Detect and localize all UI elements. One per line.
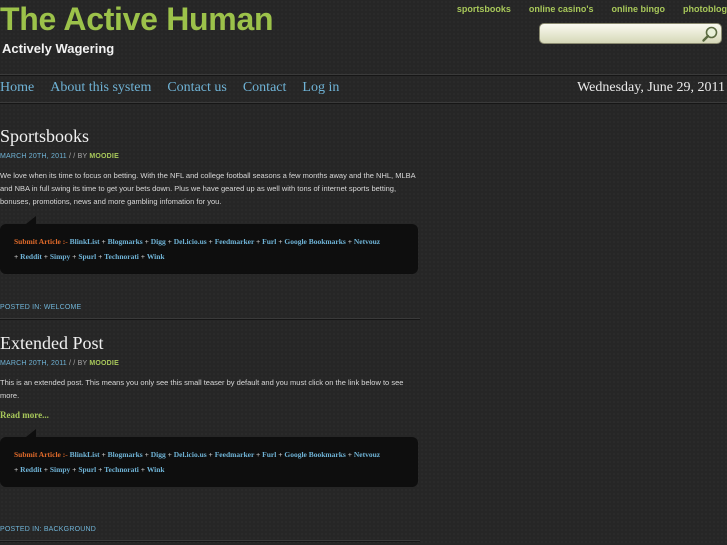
- share-blinklist[interactable]: BlinkList: [70, 450, 100, 459]
- share-blogmarks[interactable]: Blogmarks: [108, 450, 143, 459]
- share-spurl[interactable]: Spurl: [78, 252, 96, 261]
- share-wink[interactable]: Wink: [147, 465, 165, 474]
- share-simpy[interactable]: Simpy: [50, 252, 70, 261]
- top-link-online-casinos[interactable]: online casino's: [529, 4, 594, 14]
- post-meta: MARCH 20TH, 2011 / / BY MOODIE: [0, 153, 418, 160]
- share-blogmarks[interactable]: Blogmarks: [108, 237, 143, 246]
- top-link-photoblog[interactable]: photoblog: [683, 4, 727, 14]
- post-divider: [0, 318, 420, 320]
- nav-about[interactable]: About this system: [50, 80, 151, 96]
- share-technorati[interactable]: Technorati: [104, 252, 139, 261]
- post-by: / / BY: [66, 360, 90, 367]
- post-extended: Extended Post MARCH 20TH, 2011 / / BY MO…: [0, 333, 418, 487]
- top-link-sportsbooks[interactable]: sportsbooks: [457, 4, 511, 14]
- share-furl[interactable]: Furl: [262, 450, 276, 459]
- nav-contact[interactable]: Contact: [243, 80, 287, 96]
- search-input[interactable]: [544, 26, 698, 43]
- share-furl[interactable]: Furl: [262, 237, 276, 246]
- share-reddit[interactable]: Reddit: [20, 252, 42, 261]
- share-reddit[interactable]: Reddit: [20, 465, 42, 474]
- share-feedmarker[interactable]: Feedmarker: [215, 450, 254, 459]
- share-wink[interactable]: Wink: [147, 252, 165, 261]
- post-date: MARCH 20TH, 2011: [0, 153, 67, 160]
- post-body: This is an extended post. This means you…: [0, 378, 404, 400]
- share-simpy[interactable]: Simpy: [50, 465, 70, 474]
- nav-divider: [0, 102, 727, 104]
- share-digg[interactable]: Digg: [151, 237, 166, 246]
- submit-article-box: Submit Article :- BlinkList + Blogmarks …: [0, 216, 418, 274]
- post-meta: MARCH 20TH, 2011 / / BY MOODIE: [0, 360, 418, 367]
- top-link-online-bingo[interactable]: online bingo: [612, 4, 666, 14]
- post-category[interactable]: POSTED IN: WELCOME: [0, 304, 81, 311]
- share-delicious[interactable]: Del.icio.us: [174, 237, 207, 246]
- share-spurl[interactable]: Spurl: [78, 465, 96, 474]
- nav-contact-us[interactable]: Contact us: [167, 80, 227, 96]
- share-digg[interactable]: Digg: [151, 450, 166, 459]
- post-author[interactable]: MOODIE: [89, 360, 119, 367]
- site-title[interactable]: The Active Human: [0, 0, 273, 38]
- post-title[interactable]: Extended Post: [0, 333, 418, 354]
- post-category[interactable]: POSTED IN: BACKGROUND: [0, 526, 96, 533]
- share-blinklist[interactable]: BlinkList: [70, 237, 100, 246]
- share-delicious[interactable]: Del.icio.us: [174, 450, 207, 459]
- search-icon[interactable]: [701, 25, 719, 43]
- submit-label: Submit Article :-: [14, 237, 68, 246]
- share-google-bookmarks[interactable]: Google Bookmarks: [284, 450, 345, 459]
- share-links: BlinkList + Blogmarks + Digg + Del.icio.…: [14, 237, 381, 261]
- post-author[interactable]: MOODIE: [89, 153, 119, 160]
- current-date: Wednesday, June 29, 2011: [577, 80, 725, 95]
- post-by: / / BY: [66, 153, 90, 160]
- share-google-bookmarks[interactable]: Google Bookmarks: [284, 237, 345, 246]
- nav-home[interactable]: Home: [0, 80, 34, 96]
- read-more-link[interactable]: Read more...: [0, 410, 49, 420]
- share-technorati[interactable]: Technorati: [104, 465, 139, 474]
- share-netvouz[interactable]: Netvouz: [354, 237, 380, 246]
- post-date: MARCH 20TH, 2011: [0, 360, 67, 367]
- post-sportsbooks: Sportsbooks MARCH 20TH, 2011 / / BY MOOD…: [0, 126, 418, 274]
- site-tagline: Actively Wagering: [2, 41, 115, 56]
- share-links: BlinkList + Blogmarks + Digg + Del.icio.…: [14, 450, 381, 474]
- submit-label: Submit Article :-: [14, 450, 68, 459]
- submit-article-box: Submit Article :- BlinkList + Blogmarks …: [0, 429, 418, 487]
- top-links: sportsbooks online casino's online bingo…: [457, 4, 727, 14]
- header-divider: [0, 74, 727, 76]
- nav-log-in[interactable]: Log in: [302, 80, 339, 96]
- search-box: [539, 23, 722, 44]
- share-netvouz[interactable]: Netvouz: [354, 450, 380, 459]
- share-feedmarker[interactable]: Feedmarker: [215, 237, 254, 246]
- post-title[interactable]: Sportsbooks: [0, 126, 418, 147]
- post-body: We love when its time to focus on bettin…: [0, 171, 416, 206]
- post-divider: [0, 540, 420, 542]
- main-nav: Home About this system Contact us Contac…: [0, 80, 339, 96]
